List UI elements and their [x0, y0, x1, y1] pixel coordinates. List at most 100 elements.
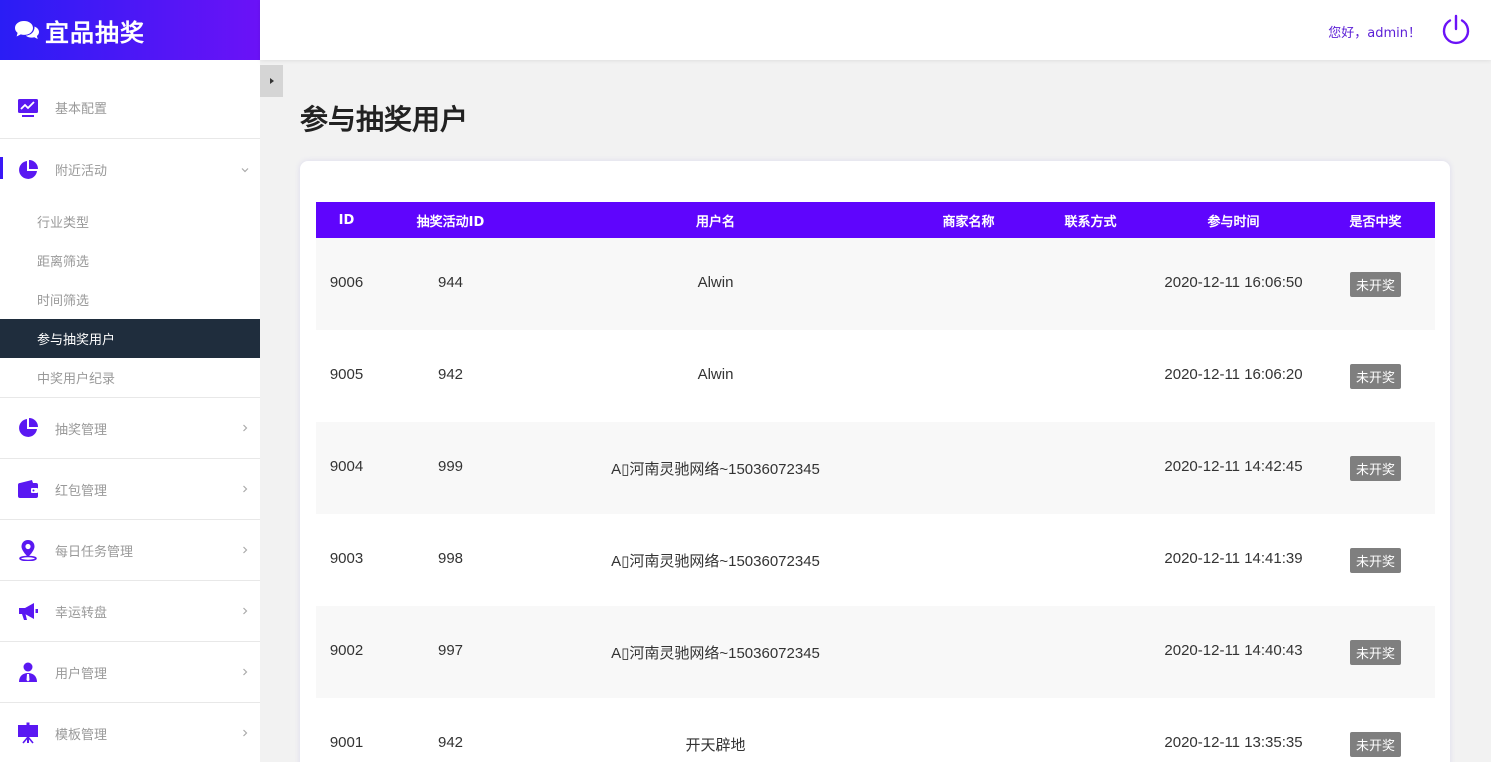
cell-username: 开天辟地: [685, 737, 746, 754]
cell-id: 9004: [329, 458, 364, 475]
table-header-row: ID 抽奖活动ID 用户名 商家名称 联系方式 参与时间 是否中奖: [316, 202, 1435, 238]
cell-contact: [1030, 422, 1151, 514]
cell-status: 未开奖: [1316, 238, 1435, 330]
cell-status: 未开奖: [1316, 698, 1435, 762]
power-icon[interactable]: [1440, 14, 1472, 46]
submenu-item-distance-filter[interactable]: 距离筛选: [0, 241, 260, 280]
status-badge: 未开奖: [1349, 456, 1401, 481]
cell-merchant: [907, 698, 1030, 762]
sidebar-item-label: 用户管理: [55, 666, 108, 682]
cell-merchant: [907, 514, 1030, 606]
sidebar-item-red-packet-management[interactable]: 红包管理: [0, 459, 260, 520]
table-row: 9004 999 A▯河南灵驰网络~15036072345 2020-12-11…: [316, 422, 1435, 514]
sidebar-item-label: 每日任务管理: [55, 544, 134, 560]
table-row: 9002 997 A▯河南灵驰网络~15036072345 2020-12-11…: [316, 606, 1435, 698]
sidebar-item-daily-task-management[interactable]: 每日任务管理: [0, 520, 260, 581]
cell-activity-id: 942: [437, 734, 464, 751]
cell-merchant: [907, 422, 1030, 514]
sidebar-menu: 基本配置 附近活动 行业类型 距离筛选 时间筛选 参与抽奖用户 中奖用户纪录 抽…: [0, 60, 260, 762]
user-greeting[interactable]: 您好，admin！: [1328, 22, 1421, 41]
cell-status: 未开奖: [1316, 330, 1435, 422]
sidebar-item-label: 红包管理: [55, 483, 108, 499]
cell-id: 9001: [329, 734, 364, 751]
status-badge: 未开奖: [1349, 364, 1401, 389]
status-badge: 未开奖: [1349, 272, 1401, 297]
submenu-item-lottery-participants[interactable]: 参与抽奖用户: [0, 319, 260, 358]
cell-id: 9002: [329, 642, 364, 659]
brand-header[interactable]: 宜品抽奖: [0, 0, 260, 60]
column-header-activity-id[interactable]: 抽奖活动ID: [377, 202, 524, 238]
table-row: 9006 944 Alwin 2020-12-11 16:06:50 未开奖: [316, 238, 1435, 330]
cell-time: 2020-12-11 16:06:50: [1164, 274, 1303, 291]
cell-id: 9003: [329, 550, 364, 567]
sidebar-item-template-management[interactable]: 模板管理: [0, 703, 260, 762]
chevron-right-icon: [243, 729, 248, 737]
cell-activity-id: 942: [437, 366, 464, 383]
chevron-right-icon: [243, 546, 248, 554]
user-icon: [17, 661, 39, 683]
cell-id: 9005: [329, 366, 364, 383]
column-header-id[interactable]: ID: [316, 202, 377, 238]
sidebar-item-label: 抽奖管理: [55, 422, 108, 438]
cell-activity-id: 997: [437, 642, 464, 659]
brand-title: 宜品抽奖: [45, 18, 145, 47]
sidebar-item-basic-config[interactable]: 基本配置: [0, 77, 260, 139]
status-badge: 未开奖: [1349, 548, 1401, 573]
cell-contact: [1030, 238, 1151, 330]
cell-merchant: [907, 606, 1030, 698]
cell-username: A▯河南灵驰网络~15036072345: [611, 553, 820, 570]
cell-username: A▯河南灵驰网络~15036072345: [611, 461, 820, 478]
chevron-right-icon: [243, 485, 248, 493]
column-header-winning-status[interactable]: 是否中奖: [1316, 202, 1435, 238]
chevron-down-icon: [241, 167, 249, 172]
cell-status: 未开奖: [1316, 514, 1435, 606]
participants-table: ID 抽奖活动ID 用户名 商家名称 联系方式 参与时间 是否中奖 9006 9…: [316, 202, 1435, 762]
cell-activity-id: 998: [437, 550, 464, 567]
map-pin-icon: [17, 539, 39, 561]
sidebar-item-lucky-wheel[interactable]: 幸运转盘: [0, 581, 260, 642]
active-indicator: [0, 157, 3, 179]
sidebar-item-label: 基本配置: [55, 102, 108, 117]
cell-status: 未开奖: [1316, 422, 1435, 514]
cell-activity-id: 999: [437, 458, 464, 475]
submenu-nearby-activities: 行业类型 距离筛选 时间筛选 参与抽奖用户 中奖用户纪录: [0, 200, 260, 398]
table-row: 9001 942 开天辟地 2020-12-11 13:35:35 未开奖: [316, 698, 1435, 762]
cell-contact: [1030, 698, 1151, 762]
column-header-contact[interactable]: 联系方式: [1030, 202, 1151, 238]
cell-contact: [1030, 514, 1151, 606]
cell-time: 2020-12-11 13:35:35: [1164, 734, 1303, 751]
sidebar-item-label: 幸运转盘: [55, 605, 108, 621]
table-row: 9005 942 Alwin 2020-12-11 16:06:20 未开奖: [316, 330, 1435, 422]
cell-merchant: [907, 330, 1030, 422]
sidebar-item-lottery-management[interactable]: 抽奖管理: [0, 398, 260, 459]
cell-time: 2020-12-11 14:40:43: [1164, 642, 1303, 659]
column-header-merchant[interactable]: 商家名称: [907, 202, 1030, 238]
cell-contact: [1030, 330, 1151, 422]
chevron-right-icon: [243, 424, 248, 432]
column-header-username[interactable]: 用户名: [524, 202, 907, 238]
sidebar-item-user-management[interactable]: 用户管理: [0, 642, 260, 703]
caret-right-icon: [269, 78, 274, 84]
pie-chart-icon: [17, 417, 39, 439]
chevron-right-icon: [243, 668, 248, 676]
submenu-item-time-filter[interactable]: 时间筛选: [0, 280, 260, 319]
cell-time: 2020-12-11 14:41:39: [1164, 550, 1303, 567]
easel-icon: [17, 722, 39, 744]
cell-time: 2020-12-11 16:06:20: [1164, 366, 1303, 383]
cell-contact: [1030, 606, 1151, 698]
content-card: ID 抽奖活动ID 用户名 商家名称 联系方式 参与时间 是否中奖 9006 9…: [300, 161, 1450, 762]
status-badge: 未开奖: [1349, 732, 1401, 757]
page-title: 参与抽奖用户: [300, 103, 469, 136]
column-header-time[interactable]: 参与时间: [1151, 202, 1316, 238]
megaphone-icon: [17, 600, 39, 622]
chat-bubbles-icon: [15, 21, 39, 39]
cell-username: A▯河南灵驰网络~15036072345: [611, 645, 820, 662]
table-row: 9003 998 A▯河南灵驰网络~15036072345 2020-12-11…: [316, 514, 1435, 606]
monitor-chart-icon: [17, 97, 39, 119]
sidebar-item-nearby-activities[interactable]: 附近活动: [0, 139, 260, 200]
chevron-right-icon: [243, 607, 248, 615]
cell-status: 未开奖: [1316, 606, 1435, 698]
submenu-item-industry-type[interactable]: 行业类型: [0, 202, 260, 241]
submenu-item-winner-records[interactable]: 中奖用户纪录: [0, 358, 260, 397]
sidebar-toggle-button[interactable]: [260, 65, 283, 97]
